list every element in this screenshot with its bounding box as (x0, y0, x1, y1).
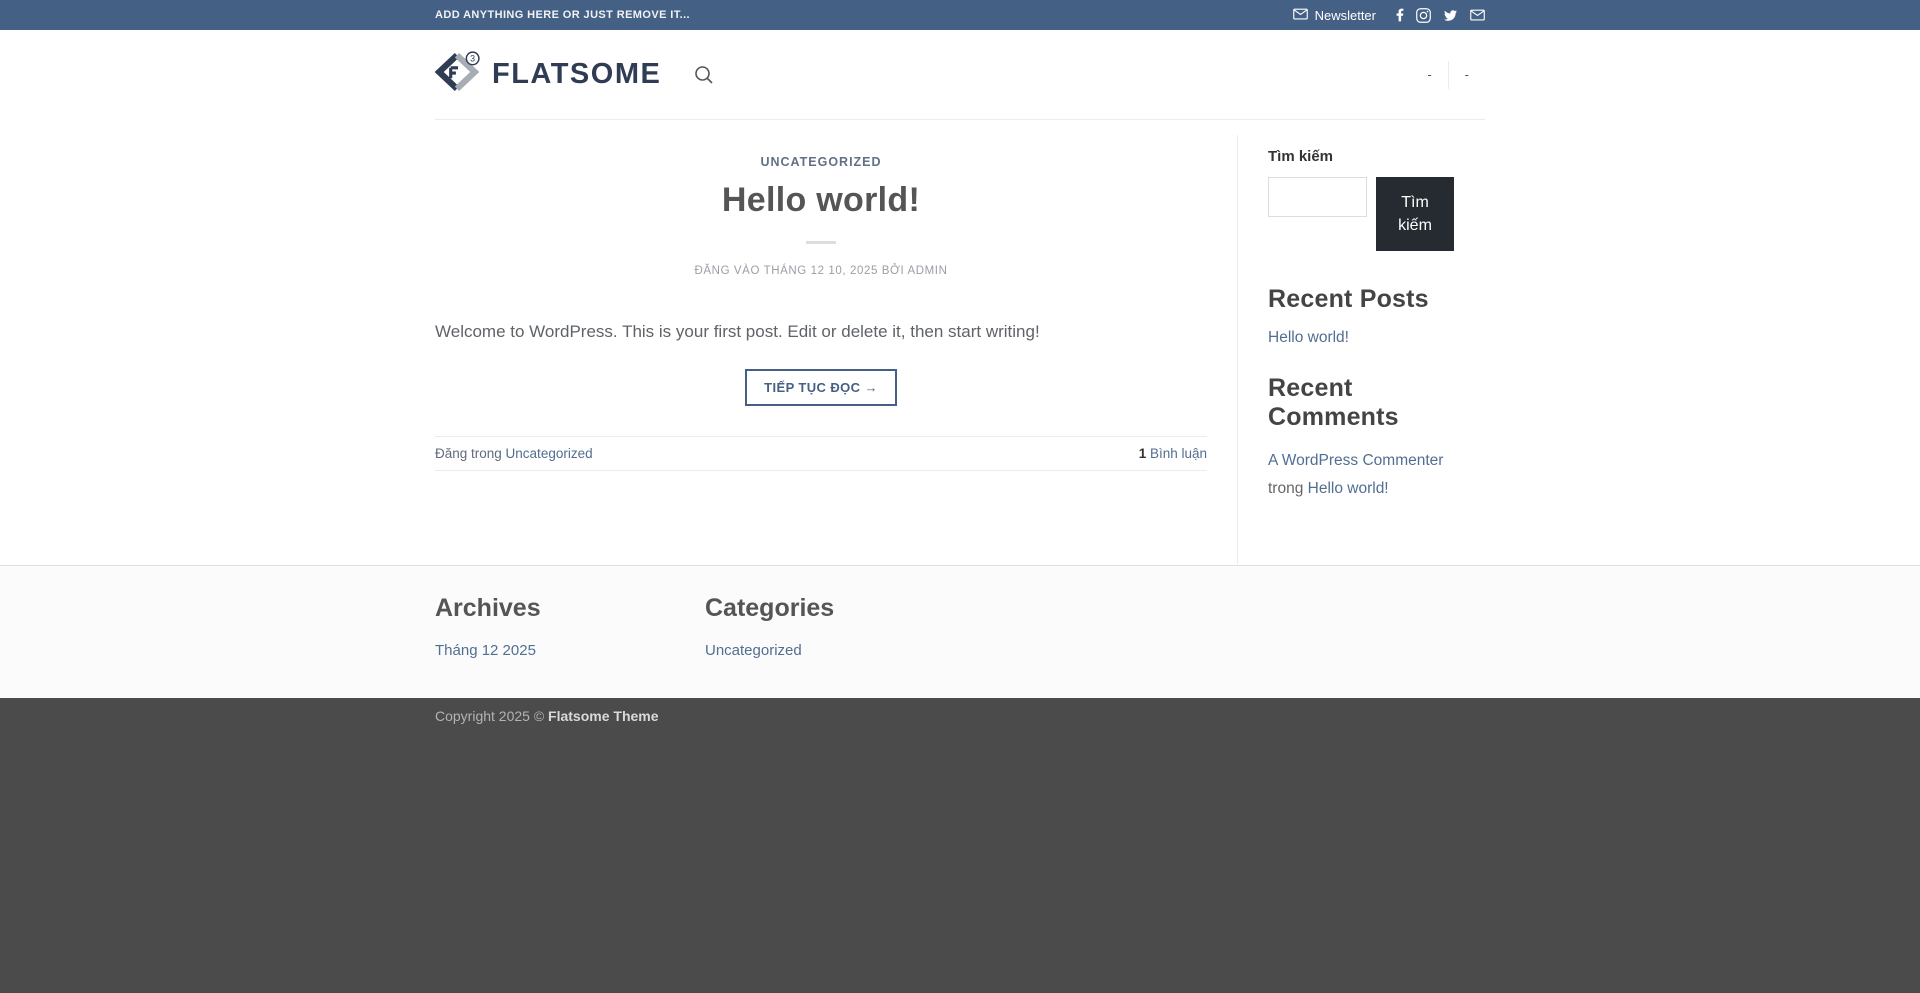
search-icon[interactable] (693, 64, 715, 86)
search-submit-button[interactable]: Tìm kiếm (1376, 177, 1454, 251)
post-meta: ĐĂNG VÀO THÁNG 12 10, 2025 BỞI ADMIN (435, 265, 1207, 277)
twitter-icon[interactable] (1443, 9, 1458, 22)
read-more-button[interactable]: TIẾP TỤC ĐỌC → (745, 369, 897, 406)
site-header: 3 FLATSOME - - (0, 30, 1920, 120)
title-divider (806, 241, 836, 244)
top-bar: ADD ANYTHING HERE OR JUST REMOVE IT... N… (0, 0, 1920, 30)
recent-comment-item: A WordPress Commenter trong Hello world! (1268, 447, 1454, 501)
copyright-text: Copyright 2025 © (435, 708, 548, 724)
comments-label: Bình luận (1146, 446, 1207, 461)
sidebar: Tìm kiếm Tìm kiếm Recent Posts Hello wor… (1238, 135, 1454, 565)
menu-item-2[interactable]: - (1449, 67, 1485, 82)
post-footer: Đăng trong Uncategorized 1 Bình luận (435, 436, 1207, 471)
post-article: UNCATEGORIZED Hello world! ĐĂNG VÀO THÁN… (435, 135, 1238, 565)
menu-item-1[interactable]: - (1411, 67, 1447, 82)
comment-author-link[interactable]: A WordPress Commenter (1268, 452, 1443, 469)
instagram-icon[interactable] (1416, 8, 1431, 23)
search-input[interactable] (1268, 177, 1367, 217)
main-content: UNCATEGORIZED Hello world! ĐĂNG VÀO THÁN… (0, 120, 1920, 565)
email-icon[interactable] (1470, 9, 1485, 21)
comments-link[interactable]: 1 Bình luận (1139, 446, 1207, 461)
recent-posts-title: Recent Posts (1268, 285, 1454, 314)
absolute-footer: Copyright 2025 © Flatsome Theme (0, 698, 1920, 993)
social-icons (1396, 8, 1485, 23)
posted-in: Đăng trong Uncategorized (435, 446, 593, 461)
newsletter-label: Newsletter (1315, 8, 1376, 23)
post-title: Hello world! (435, 181, 1207, 220)
post-excerpt: Welcome to WordPress. This is your first… (435, 319, 1207, 345)
footer-column-categories: Categories Uncategorized (705, 594, 975, 660)
posted-in-prefix: Đăng trong (435, 446, 506, 461)
sidebar-search-title: Tìm kiếm (1268, 148, 1454, 165)
facebook-icon[interactable] (1396, 8, 1404, 22)
recent-comments-title: Recent Comments (1268, 374, 1454, 432)
footer-widgets: Archives Tháng 12 2025 Categories Uncate… (0, 565, 1920, 698)
comment-post-link[interactable]: Hello world! (1308, 480, 1389, 497)
newsletter-link[interactable]: Newsletter (1293, 8, 1376, 23)
archives-link[interactable]: Tháng 12 2025 (435, 642, 536, 659)
archives-title: Archives (435, 594, 705, 623)
flatsome-logo-icon: 3 (435, 51, 481, 98)
posted-in-category-link[interactable]: Uncategorized (506, 446, 593, 461)
svg-text:3: 3 (470, 54, 475, 64)
footer-column-archives: Archives Tháng 12 2025 (435, 594, 705, 660)
categories-link[interactable]: Uncategorized (705, 642, 802, 659)
topbar-message: ADD ANYTHING HERE OR JUST REMOVE IT... (435, 9, 690, 21)
envelope-icon (1293, 8, 1308, 23)
header-menu: - - (1411, 61, 1485, 89)
categories-title: Categories (705, 594, 975, 623)
post-category-link[interactable]: UNCATEGORIZED (435, 155, 1207, 169)
site-logo[interactable]: 3 FLATSOME (435, 51, 661, 98)
comment-connector: trong (1268, 480, 1308, 497)
copyright-brand: Flatsome Theme (548, 708, 658, 724)
logo-text: FLATSOME (492, 58, 661, 91)
recent-post-link[interactable]: Hello world! (1268, 329, 1349, 347)
